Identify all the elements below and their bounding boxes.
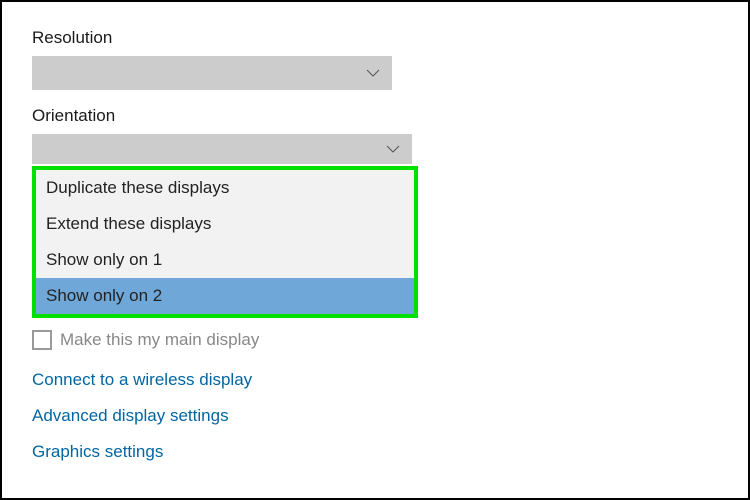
main-display-checkbox-row: Make this my main display <box>32 330 718 350</box>
resolution-label: Resolution <box>32 28 718 48</box>
option-show-only-1[interactable]: Show only on 1 <box>36 242 414 278</box>
main-display-checkbox-label: Make this my main display <box>60 330 259 350</box>
option-duplicate-displays[interactable]: Duplicate these displays <box>36 170 414 206</box>
resolution-dropdown[interactable] <box>32 56 392 90</box>
orientation-label: Orientation <box>32 106 718 126</box>
option-extend-displays[interactable]: Extend these displays <box>36 206 414 242</box>
orientation-dropdown[interactable] <box>32 134 412 164</box>
chevron-down-icon <box>386 145 400 153</box>
multiple-displays-options: Duplicate these displays Extend these di… <box>32 166 418 318</box>
connect-wireless-display-link[interactable]: Connect to a wireless display <box>32 370 718 390</box>
advanced-display-settings-link[interactable]: Advanced display settings <box>32 406 718 426</box>
main-display-checkbox[interactable] <box>32 330 52 350</box>
graphics-settings-link[interactable]: Graphics settings <box>32 442 718 462</box>
option-show-only-2[interactable]: Show only on 2 <box>36 278 414 314</box>
chevron-down-icon <box>366 69 380 77</box>
